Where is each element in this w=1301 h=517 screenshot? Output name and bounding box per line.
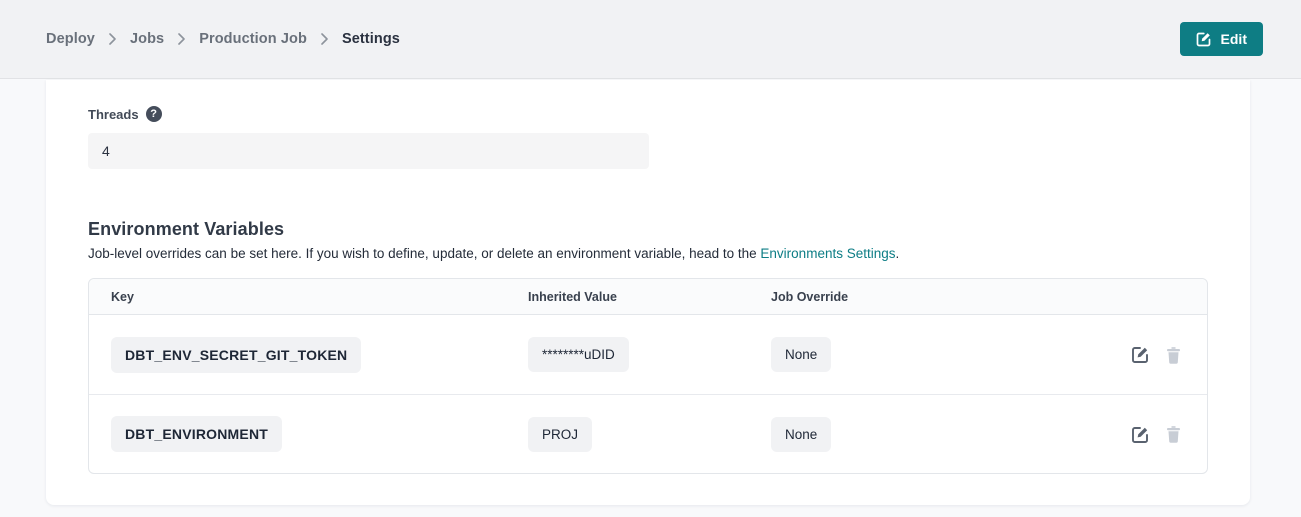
threads-input bbox=[88, 133, 649, 169]
inherited-value-badge: PROJ bbox=[528, 417, 592, 452]
trash-icon[interactable] bbox=[1165, 346, 1182, 364]
question-mark-circle-icon[interactable]: ? bbox=[146, 106, 162, 122]
table-row: DBT_ENVIRONMENT PROJ None bbox=[89, 394, 1207, 473]
chevron-right-icon bbox=[109, 33, 116, 45]
breadcrumb-item-jobs[interactable]: Jobs bbox=[130, 31, 164, 47]
threads-label: Threads bbox=[88, 107, 139, 122]
trash-icon[interactable] bbox=[1165, 425, 1182, 443]
column-header-key: Key bbox=[111, 290, 528, 304]
env-vars-title: Environment Variables bbox=[88, 219, 1208, 240]
edit-icon[interactable] bbox=[1131, 425, 1150, 444]
env-vars-table: Key Inherited Value Job Override DBT_ENV… bbox=[88, 278, 1208, 474]
top-bar: Deploy Jobs Production Job Settings Edit bbox=[0, 0, 1301, 79]
pencil-square-icon bbox=[1196, 31, 1212, 47]
env-vars-description-period: . bbox=[896, 246, 900, 261]
breadcrumb-item-deploy[interactable]: Deploy bbox=[46, 31, 95, 47]
edit-button[interactable]: Edit bbox=[1180, 22, 1263, 56]
env-var-key-badge: DBT_ENV_SECRET_GIT_TOKEN bbox=[111, 337, 361, 373]
job-settings-panel: Threads ? Environment Variables Job-leve… bbox=[46, 80, 1250, 505]
breadcrumb: Deploy Jobs Production Job Settings bbox=[46, 31, 400, 47]
column-header-inherited-value: Inherited Value bbox=[528, 290, 771, 304]
env-vars-description: Job-level overrides can be set here. If … bbox=[88, 246, 1208, 261]
chevron-right-icon bbox=[321, 33, 328, 45]
table-header-row: Key Inherited Value Job Override bbox=[89, 279, 1207, 315]
inherited-value-badge: ********uDID bbox=[528, 337, 629, 372]
chevron-right-icon bbox=[178, 33, 185, 45]
env-var-key-badge: DBT_ENVIRONMENT bbox=[111, 416, 282, 452]
breadcrumb-item-settings: Settings bbox=[342, 31, 400, 47]
table-row: DBT_ENV_SECRET_GIT_TOKEN ********uDID No… bbox=[89, 315, 1207, 394]
edit-button-label: Edit bbox=[1221, 31, 1247, 47]
env-vars-description-text: Job-level overrides can be set here. If … bbox=[88, 246, 760, 261]
column-header-job-override: Job Override bbox=[771, 290, 1182, 304]
breadcrumb-item-production-job[interactable]: Production Job bbox=[199, 31, 307, 47]
edit-icon[interactable] bbox=[1131, 345, 1150, 364]
environments-settings-link[interactable]: Environments Settings bbox=[760, 246, 895, 261]
job-override-badge: None bbox=[771, 417, 831, 452]
job-override-badge: None bbox=[771, 337, 831, 372]
